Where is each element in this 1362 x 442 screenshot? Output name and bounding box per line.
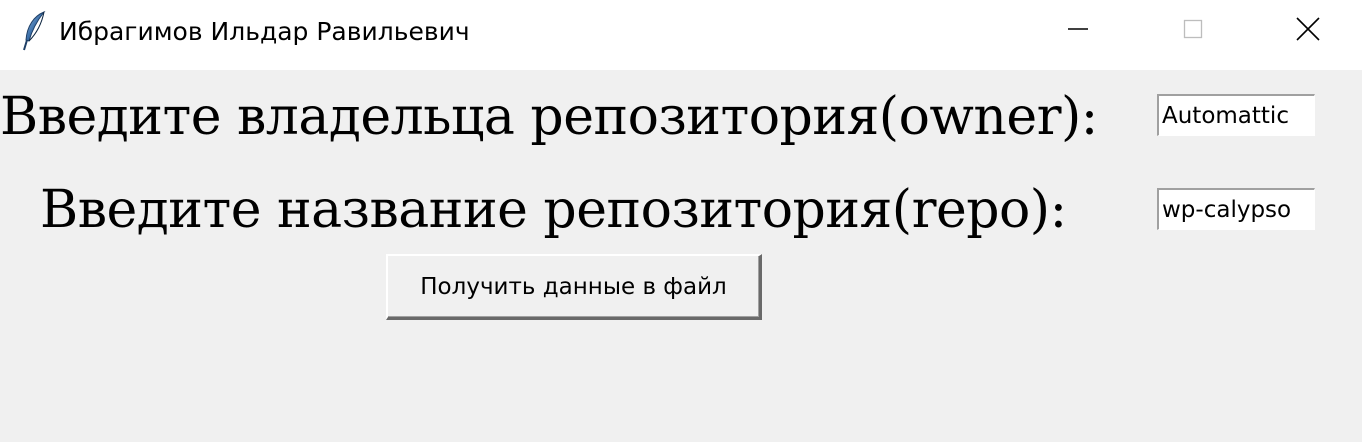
- minimize-icon: [1067, 18, 1089, 45]
- repo-input[interactable]: [1157, 188, 1315, 230]
- title-bar[interactable]: Ибрагимов Ильдар Равильевич: [0, 0, 1362, 70]
- window-title: Ибрагимов Ильдар Равильевич: [59, 17, 470, 46]
- close-button[interactable]: [1250, 0, 1362, 62]
- minimize-button[interactable]: [1020, 0, 1135, 62]
- close-icon: [1295, 16, 1321, 47]
- main-panel: Введите владельца репозитория(owner): Вв…: [0, 70, 1362, 442]
- owner-label: Введите владельца репозитория(owner):: [0, 87, 1098, 147]
- maximize-button[interactable]: [1135, 0, 1250, 62]
- feather-icon: [20, 10, 50, 52]
- app-window: Ибрагимов Ильдар Равильевич Введите влад…: [0, 0, 1362, 442]
- repo-label: Введите название репозитория(repo):: [40, 180, 1067, 240]
- maximize-icon: [1182, 18, 1204, 45]
- get-data-button[interactable]: Получить данные в файл: [386, 254, 762, 320]
- owner-input[interactable]: [1157, 94, 1315, 136]
